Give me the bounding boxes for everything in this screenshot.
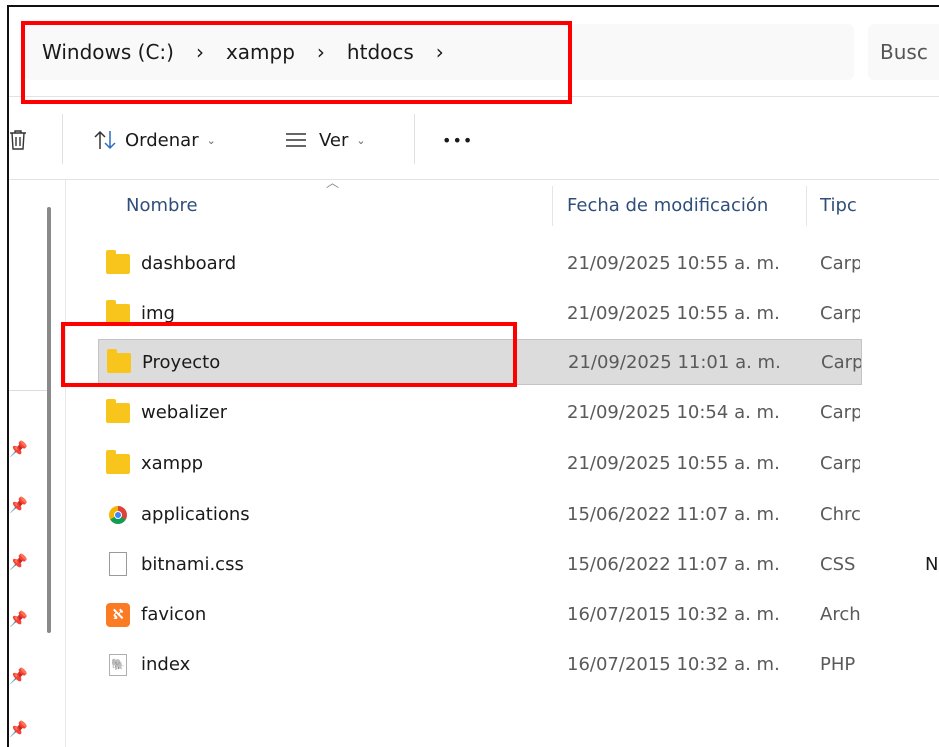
chevron-right-icon[interactable]: ›	[196, 40, 204, 64]
sort-button[interactable]: Ordenar ⌄	[93, 100, 216, 180]
breadcrumb-xampp[interactable]: xampp	[226, 40, 295, 64]
sort-arrows-icon	[94, 130, 116, 150]
chevron-right-icon[interactable]: ›	[436, 40, 444, 64]
pin-icon[interactable]: 📌	[9, 496, 28, 514]
divider	[62, 114, 63, 164]
file-row[interactable]: img 21/09/2025 10:55 a. m. Carp	[98, 291, 862, 337]
breadcrumb-htdocs[interactable]: htdocs	[347, 40, 414, 64]
pin-icon[interactable]: 📌	[9, 553, 28, 571]
file-name: img	[141, 303, 175, 324]
divider	[9, 390, 49, 391]
file-date: 21/09/2025 10:55 a. m.	[567, 253, 780, 274]
file-row[interactable]: ℵ favicon 16/07/2015 10:32 a. m. Arch	[98, 592, 862, 638]
file-row[interactable]: dashboard 21/09/2025 10:55 a. m. Carp	[98, 241, 862, 287]
file-type: Arch	[820, 604, 860, 625]
divider	[414, 114, 415, 164]
chrome-icon	[109, 506, 127, 524]
pin-icon[interactable]: 📌	[9, 720, 28, 738]
file-name: bitnami.css	[141, 554, 244, 575]
command-bar: Ordenar ⌄ Ver ⌄ •••	[9, 100, 939, 180]
column-divider[interactable]	[552, 186, 553, 226]
delete-button[interactable]	[9, 100, 27, 180]
file-row[interactable]: bitnami.css 15/06/2022 11:07 a. m. CSS	[98, 542, 862, 588]
folder-icon	[106, 450, 130, 474]
file-date: 16/07/2015 10:32 a. m.	[567, 654, 780, 675]
file-row[interactable]: Proyecto 21/09/2025 11:01 a. m. Carp	[98, 339, 862, 385]
file-name: applications	[141, 504, 250, 525]
folder-icon	[106, 399, 130, 423]
file-name: Proyecto	[142, 352, 221, 373]
scrollbar[interactable]	[47, 207, 51, 633]
folder-icon	[106, 250, 130, 274]
file-name: xampp	[141, 453, 204, 474]
file-type: PHP	[820, 654, 856, 675]
file-type: Carp	[821, 352, 861, 373]
file-type: Carp	[820, 453, 860, 474]
file-row[interactable]: applications 15/06/2022 11:07 a. m. Chrc	[98, 492, 862, 538]
sort-label: Ordenar	[125, 129, 199, 151]
navigation-pane	[9, 180, 65, 747]
column-header-date[interactable]: Fecha de modificación	[567, 186, 768, 226]
file-name: favicon	[141, 604, 207, 625]
file-row[interactable]: 🐘 index 16/07/2015 10:32 a. m. PHP	[98, 642, 862, 688]
file-date: 21/09/2025 10:55 a. m.	[567, 303, 780, 324]
chevron-down-icon: ⌄	[206, 133, 216, 147]
view-label: Ver	[319, 129, 349, 151]
php-icon: 🐘	[109, 654, 127, 676]
file-date: 21/09/2025 10:55 a. m.	[567, 453, 780, 474]
file-date: 15/06/2022 11:07 a. m.	[567, 504, 780, 525]
file-name: index	[141, 654, 191, 675]
trash-icon	[10, 130, 26, 150]
view-lines-icon	[286, 133, 306, 147]
file-date: 16/07/2015 10:32 a. m.	[567, 604, 780, 625]
divider	[9, 179, 939, 180]
pin-icon[interactable]: 📌	[9, 667, 28, 685]
view-button[interactable]: Ver ⌄	[285, 100, 366, 180]
divider	[9, 96, 939, 97]
folder-icon	[106, 300, 130, 324]
xampp-icon: ℵ	[106, 603, 130, 627]
chevron-right-icon[interactable]: ›	[317, 40, 325, 64]
file-type: CSS	[820, 554, 856, 575]
file-name: dashboard	[141, 253, 237, 274]
file-date: 21/09/2025 11:01 a. m.	[568, 352, 781, 373]
file-type: Carp	[820, 303, 860, 324]
pin-icon[interactable]: 📌	[9, 440, 28, 458]
column-divider[interactable]	[806, 186, 807, 226]
column-header-name[interactable]: Nombre	[126, 186, 198, 226]
file-type: Carp	[820, 253, 860, 274]
file-type: Chrc	[820, 504, 860, 525]
more-options-button[interactable]: •••	[442, 100, 473, 180]
file-row[interactable]: xampp 21/09/2025 10:55 a. m. Carp	[98, 441, 862, 487]
pin-icon[interactable]: 📌	[9, 610, 28, 628]
document-icon	[109, 552, 127, 576]
file-date: 15/06/2022 11:07 a. m.	[567, 554, 780, 575]
sort-ascending-icon: ︿	[326, 176, 340, 191]
file-extra-value: N	[925, 554, 939, 575]
folder-icon	[107, 349, 131, 373]
column-header-type[interactable]: Tipc	[820, 186, 862, 226]
search-input[interactable]: Busc	[868, 24, 939, 80]
address-bar[interactable]: Windows (C:) › xampp › htdocs ›	[24, 24, 854, 80]
chevron-down-icon: ⌄	[356, 133, 366, 147]
pane-divider[interactable]	[65, 180, 66, 747]
file-type: Carp	[820, 402, 860, 423]
file-name: webalizer	[141, 402, 228, 423]
file-row[interactable]: webalizer 21/09/2025 10:54 a. m. Carp	[98, 390, 862, 436]
file-date: 21/09/2025 10:54 a. m.	[567, 402, 780, 423]
breadcrumb-drive[interactable]: Windows (C:)	[42, 40, 174, 64]
